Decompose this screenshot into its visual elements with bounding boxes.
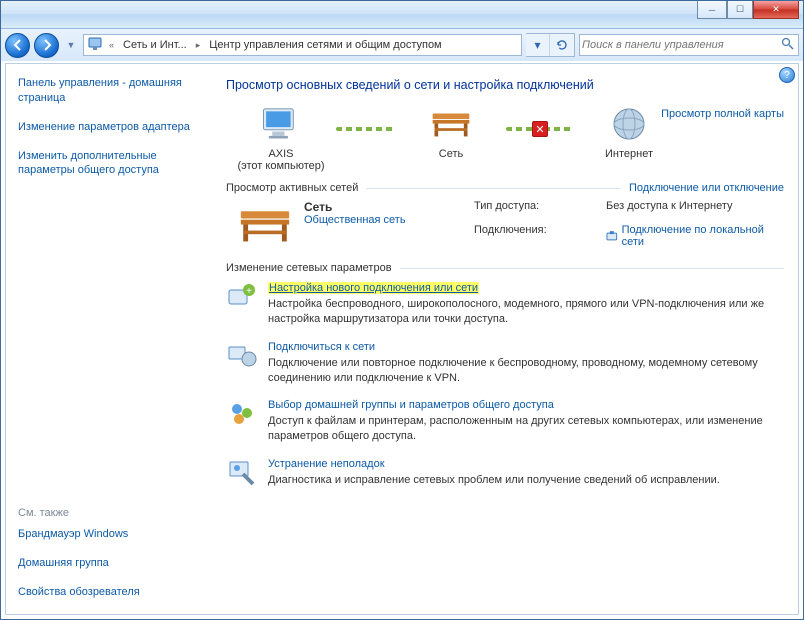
map-pc-name: AXIS: [268, 148, 293, 160]
network-map: AXIS (этот компьютер) Сеть: [226, 104, 784, 172]
minimize-button[interactable]: ─: [697, 1, 727, 19]
map-connection-line: [336, 127, 396, 131]
see-also-label: См. также: [18, 507, 202, 519]
option-connect-network[interactable]: Подключиться к сети Подключение или повт…: [226, 341, 784, 386]
window: ─ ☐ ✕ ▼ « Сеть и Инт... ▸ Центр управлен…: [0, 0, 804, 620]
bench-icon: [429, 108, 473, 141]
active-network-name: Сеть: [304, 200, 454, 214]
refresh-icon: [556, 39, 568, 51]
homegroup-icon: [226, 399, 258, 431]
section-active-networks: Просмотр активных сетей Подключение или …: [226, 182, 784, 194]
active-network-row: Сеть Общественная сеть Тип доступа: Без …: [226, 200, 784, 252]
ethernet-icon: [606, 230, 618, 242]
map-node-network: Сеть: [396, 104, 506, 172]
connect-disconnect-link[interactable]: Подключение или отключение: [629, 182, 784, 194]
globe-icon: [611, 106, 647, 142]
network-details: Тип доступа: Без доступа к Интернету Под…: [474, 200, 784, 252]
option-desc: Настройка беспроводного, широкополосного…: [268, 297, 768, 327]
maximize-button[interactable]: ☐: [727, 1, 753, 19]
troubleshoot-icon: [226, 458, 258, 490]
x-icon: ✕: [532, 121, 548, 137]
option-title[interactable]: Выбор домашней группы и параметров общег…: [268, 399, 554, 411]
chevron-right-icon: ▸: [193, 40, 204, 51]
option-title[interactable]: Настройка нового подключения или сети: [268, 282, 479, 294]
main-panel: Просмотр основных сведений о сети и наст…: [212, 64, 798, 614]
breadcrumb-item[interactable]: Сеть и Инт...: [117, 35, 193, 55]
forward-button[interactable]: [34, 33, 59, 58]
rule: [400, 268, 784, 269]
nav-row: ▼ « Сеть и Инт... ▸ Центр управления сет…: [1, 29, 803, 61]
options-list: + Настройка нового подключения или сети …: [226, 282, 784, 490]
cp-home-link[interactable]: Панель управления - домашняя страница: [18, 76, 202, 106]
help-icon[interactable]: ?: [779, 67, 795, 83]
option-new-connection[interactable]: + Настройка нового подключения или сети …: [226, 282, 784, 327]
close-button[interactable]: ✕: [753, 1, 799, 19]
rule: [366, 188, 621, 189]
address-bar[interactable]: « Сеть и Инт... ▸ Центр управления сетям…: [83, 34, 522, 56]
sidebar: Панель управления - домашняя страница Из…: [6, 64, 212, 614]
sidebar-link-firewall[interactable]: Брандмауэр Windows: [18, 527, 202, 542]
option-desc: Подключение или повторное подключение к …: [268, 356, 768, 386]
arrow-right-icon: [41, 39, 53, 51]
page-title: Просмотр основных сведений о сети и наст…: [226, 78, 784, 92]
access-type-label: Тип доступа:: [474, 200, 584, 216]
svg-text:+: +: [246, 286, 252, 297]
network-icon: [226, 200, 304, 252]
arrow-left-icon: [12, 39, 24, 51]
active-network-category[interactable]: Общественная сеть: [304, 214, 454, 226]
control-panel-icon: [84, 37, 106, 54]
map-node-pc: AXIS (этот компьютер): [226, 104, 336, 172]
refresh-button[interactable]: [550, 34, 574, 56]
back-button[interactable]: [5, 33, 30, 58]
map-net-name: Сеть: [439, 148, 463, 160]
breadcrumb-item[interactable]: Центр управления сетями и общим доступом: [203, 35, 447, 55]
active-networks-label: Просмотр активных сетей: [226, 182, 358, 194]
new-connection-icon: +: [226, 282, 258, 314]
sidebar-link-ie[interactable]: Свойства обозревателя: [18, 585, 202, 600]
window-buttons: ─ ☐ ✕: [697, 1, 799, 19]
map-pc-sub: (этот компьютер): [237, 160, 324, 172]
title-bar: ─ ☐ ✕: [1, 1, 803, 29]
option-troubleshoot[interactable]: Устранение неполадок Диагностика и испра…: [226, 458, 784, 490]
search-box[interactable]: [579, 34, 799, 56]
content-shell: Панель управления - домашняя страница Из…: [5, 63, 799, 615]
option-desc: Доступ к файлам и принтерам, расположенн…: [268, 414, 768, 444]
search-icon[interactable]: [776, 37, 798, 53]
access-type-value: Без доступа к Интернету: [606, 200, 784, 216]
connections-label: Подключения:: [474, 224, 584, 252]
sidebar-link-adapter[interactable]: Изменение параметров адаптера: [18, 120, 202, 135]
option-desc: Диагностика и исправление сетевых пробле…: [268, 473, 720, 488]
connection-name: Подключение по локальной сети: [622, 224, 784, 248]
sidebar-link-homegroup[interactable]: Домашняя группа: [18, 556, 202, 571]
option-title[interactable]: Устранение неполадок: [268, 458, 385, 470]
option-homegroup[interactable]: Выбор домашней группы и параметров общег…: [226, 399, 784, 444]
map-connection-line: [544, 127, 574, 131]
address-dropdown[interactable]: ▾: [526, 34, 550, 56]
computer-icon: [260, 107, 302, 142]
section-change-settings: Изменение сетевых параметров: [226, 262, 784, 274]
chevron-right-icon: «: [106, 40, 117, 50]
option-title[interactable]: Подключиться к сети: [268, 341, 375, 353]
connection-link[interactable]: Подключение по локальной сети: [606, 224, 784, 248]
history-dropdown[interactable]: ▼: [63, 33, 79, 58]
sidebar-link-sharing[interactable]: Изменить дополнительные параметры общего…: [18, 149, 202, 179]
full-map-link[interactable]: Просмотр полной карты: [661, 108, 784, 120]
map-inet-name: Интернет: [605, 148, 653, 160]
connect-network-icon: [226, 341, 258, 373]
change-settings-label: Изменение сетевых параметров: [226, 262, 392, 274]
search-input[interactable]: [580, 39, 776, 51]
bench-icon: [236, 204, 294, 248]
